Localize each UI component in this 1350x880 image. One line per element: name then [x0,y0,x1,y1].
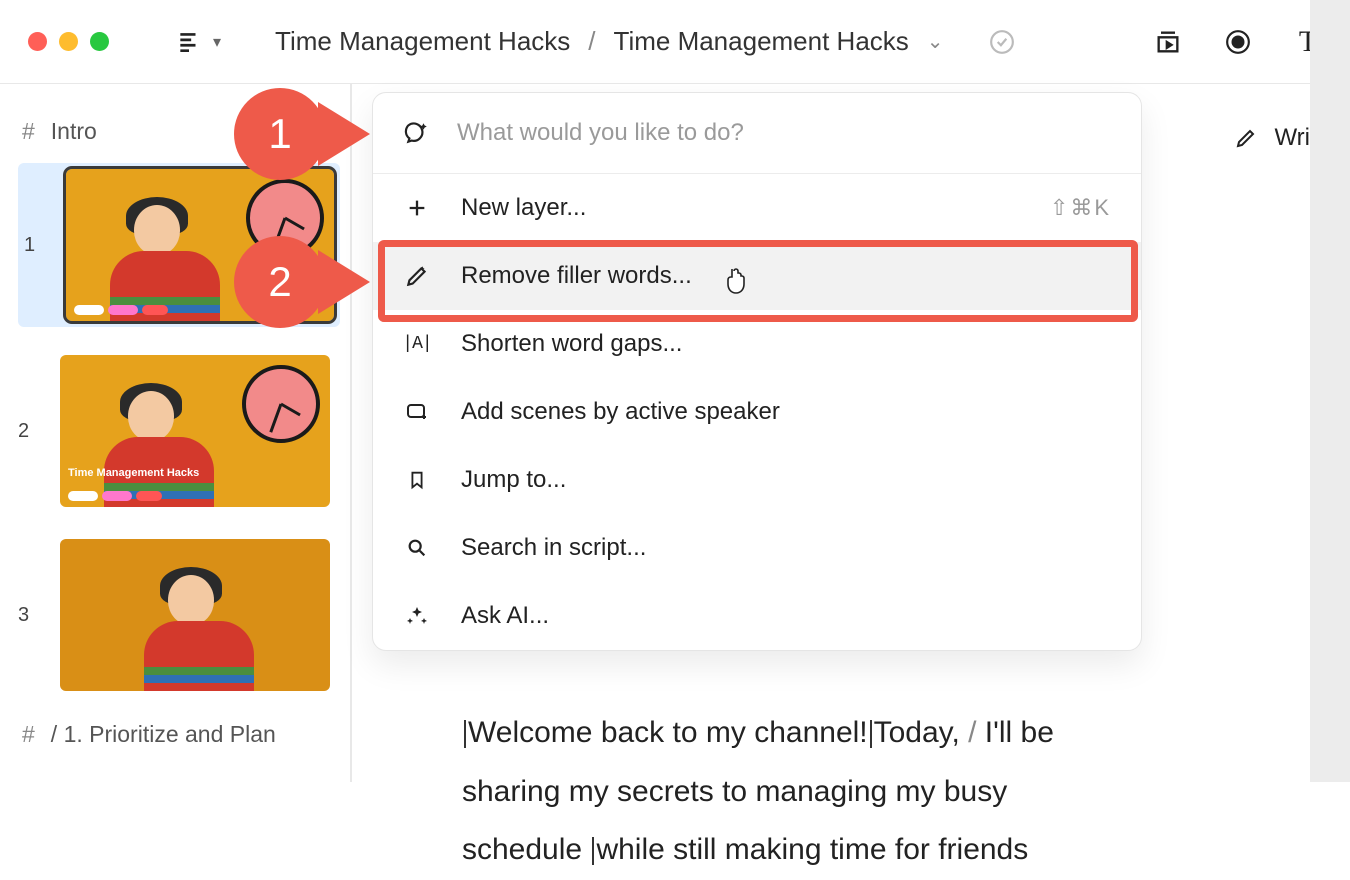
right-panel-edge [1310,0,1350,782]
scene-add-icon [403,398,431,426]
command-input[interactable] [457,119,1111,147]
section-label: / 1. Prioritize and Plan [51,721,276,748]
descript-logo-icon [175,28,203,56]
scene-number: 2 [18,420,38,443]
section-label: Intro [51,118,97,145]
cmd-shorten-word-gaps[interactable]: |A| Shorten word gaps... [373,310,1141,378]
command-input-row [373,93,1141,174]
sparkle-chat-icon [403,119,431,147]
cmd-label: Search in script... [461,534,646,562]
cmd-label: Ask AI... [461,602,549,630]
scene-number: 3 [18,604,38,627]
record-icon[interactable] [1224,28,1252,56]
cmd-remove-filler-words[interactable]: Remove filler words... [373,242,1141,310]
pencil-icon [1232,124,1260,152]
minimize-window-button[interactable] [59,32,78,51]
word-gap-icon: |A| [403,330,431,358]
breadcrumb-separator: / [588,26,595,57]
callout-number: 1 [268,110,291,158]
chevron-down-icon[interactable]: ⌄ [927,29,944,54]
annotation-callout-2: 2 [234,236,326,328]
cmd-label: Jump to... [461,466,566,494]
top-right-actions: T [1154,28,1322,56]
cmd-search-in-script[interactable]: Search in script... [373,514,1141,582]
app-logo-menu[interactable]: ▾ [175,28,221,56]
magic-pencil-icon [403,262,431,290]
close-window-button[interactable] [28,32,47,51]
cmd-jump-to[interactable]: Jump to... [373,446,1141,514]
scene-sidebar: # Intro 1 2 Time Management Hacks 3 [0,84,352,782]
bookmark-icon [403,466,431,494]
scene-thumbnail [60,539,330,691]
section-header-prioritize[interactable]: # / 1. Prioritize and Plan [22,721,340,748]
hash-icon: # [22,721,35,748]
scene-number: 1 [24,234,44,257]
cmd-new-layer[interactable]: New layer... ⇧⌘K [373,174,1141,242]
media-library-icon[interactable] [1154,28,1182,56]
scene-thumbnail: Time Management Hacks [60,355,330,507]
thumbnail-title: Time Management Hacks [68,467,199,479]
cmd-label: New layer... [461,194,586,222]
sparkles-icon [403,602,431,630]
command-menu: New layer... ⇧⌘K Remove filler words... … [372,92,1142,651]
annotation-callout-1: 1 [234,88,326,180]
cmd-ask-ai[interactable]: Ask AI... [373,582,1141,650]
callout-number: 2 [268,258,291,306]
cmd-label: Shorten word gaps... [461,330,682,358]
scene-item-2[interactable]: 2 Time Management Hacks [18,351,340,511]
plus-icon [403,194,431,222]
scene-item-3[interactable]: 3 [18,535,340,695]
breadcrumb-project[interactable]: Time Management Hacks [275,26,570,57]
transcript-text[interactable]: Welcome back to my channel!Today, / I'll… [462,704,1310,880]
cmd-label: Remove filler words... [461,262,692,290]
cmd-add-scenes-by-speaker[interactable]: Add scenes by active speaker [373,378,1141,446]
window-controls [28,32,109,51]
keyboard-shortcut: ⇧⌘K [1050,195,1111,221]
status-check-icon [988,28,1016,56]
breadcrumb-file[interactable]: Time Management Hacks [614,26,909,57]
breadcrumb: Time Management Hacks / Time Management … [275,26,944,57]
chevron-down-icon: ▾ [213,32,221,52]
fullscreen-window-button[interactable] [90,32,109,51]
top-bar: ▾ Time Management Hacks / Time Managemen… [0,0,1350,84]
search-icon [403,534,431,562]
hash-icon: # [22,118,35,145]
cmd-label: Add scenes by active speaker [461,398,780,426]
